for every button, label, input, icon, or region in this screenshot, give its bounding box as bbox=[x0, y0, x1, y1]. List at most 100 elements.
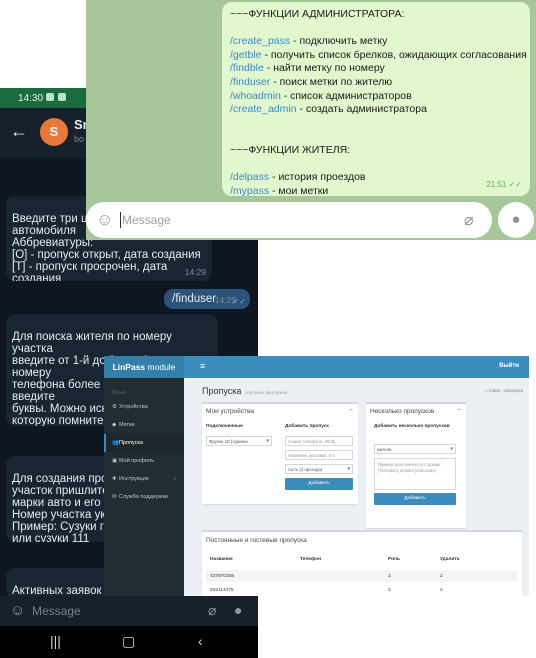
command-row: /getble - получить список брелков, ожида… bbox=[230, 49, 527, 63]
table-row[interactable]: 532114475 3 2 bbox=[206, 584, 518, 596]
resident-functions-header: ~~~ФУНКЦИИ ЖИТЕЛЯ: bbox=[230, 143, 351, 156]
text-cursor bbox=[120, 212, 121, 228]
chat-subtitle: bo bbox=[74, 134, 85, 144]
content-area: Пропуска контроль пропусков ⌂ Index › про… bbox=[184, 378, 529, 596]
column-header: Телефон bbox=[300, 557, 321, 562]
bulk-passes-textarea[interactable]: Пример заполнения по строкам: [Телефон],… bbox=[374, 458, 456, 490]
collapse-icon[interactable]: − bbox=[457, 407, 461, 414]
sidebar-item-devices[interactable]: ⚙ Устройства bbox=[104, 398, 184, 416]
emoji-icon[interactable]: ☺ bbox=[96, 210, 113, 230]
box-title: Постоянные и гостевые пропуска bbox=[206, 537, 307, 544]
sidebar: Меню ⚙ Устройства ◆ Метки 👥Пропуска ▣ Мой п… bbox=[104, 378, 184, 596]
command-link[interactable]: /finduser bbox=[230, 76, 270, 88]
command-row: /finduser - поиск метки по жителю bbox=[230, 76, 522, 90]
notification-icon bbox=[58, 93, 66, 101]
microphone-icon[interactable]: ● bbox=[234, 602, 242, 618]
pass-type-select[interactable]: гость (2 прохода) bbox=[285, 464, 353, 474]
message-composer: ☺ Message ⌀ bbox=[86, 202, 492, 238]
linpass-web-panel: LinPass module ≡ Выйти Меню ⚙ Устройства … bbox=[104, 356, 529, 596]
sidebar-item-support[interactable]: ✉ Служба поддержки bbox=[104, 488, 184, 506]
chevron-left-icon: ‹ bbox=[174, 476, 176, 482]
command-link[interactable]: /findble bbox=[230, 62, 264, 74]
devices-box: Мои устройства − Подключенные Фрунзе 1Е … bbox=[202, 402, 358, 504]
page-title: Пропуска контроль пропусков bbox=[202, 386, 287, 396]
status-time: 14:30 bbox=[18, 93, 44, 104]
microphone-icon[interactable]: ● bbox=[498, 202, 534, 238]
column-header: Удалить bbox=[440, 557, 460, 562]
back-arrow-icon[interactable]: ← bbox=[10, 121, 28, 142]
phone-input[interactable]: Номер телефона: 8926] bbox=[285, 436, 353, 446]
command-link[interactable]: /create_admin bbox=[230, 103, 297, 115]
message-time: 14:29 bbox=[184, 267, 206, 277]
sidebar-item-instructions[interactable]: ✚ Инструкции ‹ bbox=[104, 470, 184, 488]
command-description: - создать администратора bbox=[296, 103, 427, 116]
cell-role: 3 bbox=[388, 574, 391, 579]
command-description: - мои метки bbox=[269, 184, 329, 197]
message-composer: ☺ Message ⌀ ● bbox=[0, 596, 258, 626]
cell-name: 437870305 bbox=[210, 574, 235, 579]
sidebar-item-profile[interactable]: ▣ Мой профиль bbox=[104, 452, 184, 470]
home-icon[interactable]: ▢ bbox=[122, 633, 135, 650]
avatar[interactable]: S bbox=[40, 118, 68, 146]
back-icon[interactable]: ‹ bbox=[198, 633, 203, 649]
message-input[interactable]: Message bbox=[32, 604, 81, 618]
column-header: Название bbox=[210, 557, 233, 562]
menu-toggle-icon[interactable]: ≡ bbox=[200, 361, 205, 371]
attach-icon[interactable]: ⌀ bbox=[464, 210, 474, 230]
page-subtitle: контроль пропусков bbox=[245, 390, 287, 395]
command-link[interactable]: /whoadmin bbox=[230, 90, 281, 102]
delivery-name-input[interactable]: Название доставки, в п bbox=[285, 450, 353, 460]
users-icon: 👥 bbox=[112, 440, 119, 446]
attach-icon[interactable]: ⌀ bbox=[208, 602, 216, 619]
cell-delete[interactable]: 2 bbox=[440, 574, 443, 579]
box-title: Несколько пропусков bbox=[370, 408, 435, 415]
command-row: /whoadmin - список администраторов bbox=[230, 90, 522, 104]
cell-role: 3 bbox=[388, 588, 391, 593]
collapse-icon[interactable]: − bbox=[349, 407, 353, 414]
gear-icon: ⚙ bbox=[112, 404, 117, 410]
envelope-icon: ✉ bbox=[112, 494, 117, 500]
android-nav-bar: ||| ▢ ‹ bbox=[0, 626, 258, 658]
emoji-icon[interactable]: ☺ bbox=[10, 602, 25, 619]
add-multiple-label: Добавить несколько пропусков bbox=[374, 424, 450, 429]
brand-logo[interactable]: LinPass module bbox=[104, 356, 184, 378]
command-description: - поиск метки по жителю bbox=[270, 75, 393, 88]
sidebar-item-tags[interactable]: ◆ Метки bbox=[104, 416, 184, 434]
message-bubble-outgoing: /finduser 14:29 ✓✓ bbox=[164, 289, 250, 309]
add-multiple-button[interactable]: Добавить bbox=[374, 493, 456, 505]
passes-table-box: Постоянные и гостевые пропуска Название … bbox=[202, 530, 522, 596]
command-link[interactable]: /delpass bbox=[230, 171, 269, 183]
recent-apps-icon[interactable]: ||| bbox=[50, 633, 61, 649]
logout-button[interactable]: Выйти bbox=[499, 363, 519, 369]
connected-label: Подключенные bbox=[206, 424, 243, 429]
box-title: Мои устройства bbox=[206, 408, 255, 415]
notification-icon bbox=[46, 93, 54, 101]
sidebar-header: Меню bbox=[112, 390, 126, 396]
breadcrumb[interactable]: ⌂ Index › пропуска bbox=[485, 388, 523, 393]
role-select[interactable]: жители bbox=[374, 444, 456, 454]
cell-delete[interactable]: 2 bbox=[440, 588, 443, 593]
command-row: /delpass - история проездов bbox=[230, 171, 522, 185]
sidebar-item-passes[interactable]: 👥Пропуска bbox=[104, 434, 184, 452]
top-navbar: LinPass module ≡ Выйти bbox=[104, 356, 529, 378]
message-text: Для создания проп участок пришлите с мар… bbox=[12, 473, 118, 542]
table-row[interactable]: 437870305 3 2 bbox=[206, 570, 518, 582]
message-time: 21:51 ✓✓ bbox=[486, 180, 522, 190]
command-row: /create_pass - подключить метку bbox=[230, 35, 522, 49]
add-pass-button[interactable]: Добавить bbox=[285, 478, 353, 490]
plus-icon: ✚ bbox=[112, 476, 117, 482]
command-row: /create_admin - создать администратора bbox=[230, 103, 522, 117]
cell-name: 532114475 bbox=[210, 588, 234, 593]
connected-devices-select[interactable]: Фрунзе 1Е [Админи bbox=[206, 436, 272, 446]
command-link[interactable]: /getble bbox=[230, 49, 262, 61]
admin-chat-screen: ~~~ФУНКЦИИ АДМИНИСТРАТОРА: /create_pass … bbox=[86, 0, 536, 240]
command-row: /mypass - мои метки bbox=[230, 185, 522, 199]
message-bubble: ~~~ФУНКЦИИ АДМИНИСТРАТОРА: /create_pass … bbox=[222, 2, 530, 199]
command-description: - найти метку по номеру bbox=[263, 62, 385, 75]
command-link[interactable]: /create_pass bbox=[230, 35, 290, 47]
message-input[interactable]: Message bbox=[122, 213, 171, 227]
add-pass-label: Добавить пропуск bbox=[285, 424, 329, 429]
multiple-passes-box: Несколько пропусков − Добавить несколько… bbox=[366, 402, 466, 528]
command-link[interactable]: /mypass bbox=[230, 185, 269, 197]
column-header: Роль bbox=[388, 557, 400, 562]
